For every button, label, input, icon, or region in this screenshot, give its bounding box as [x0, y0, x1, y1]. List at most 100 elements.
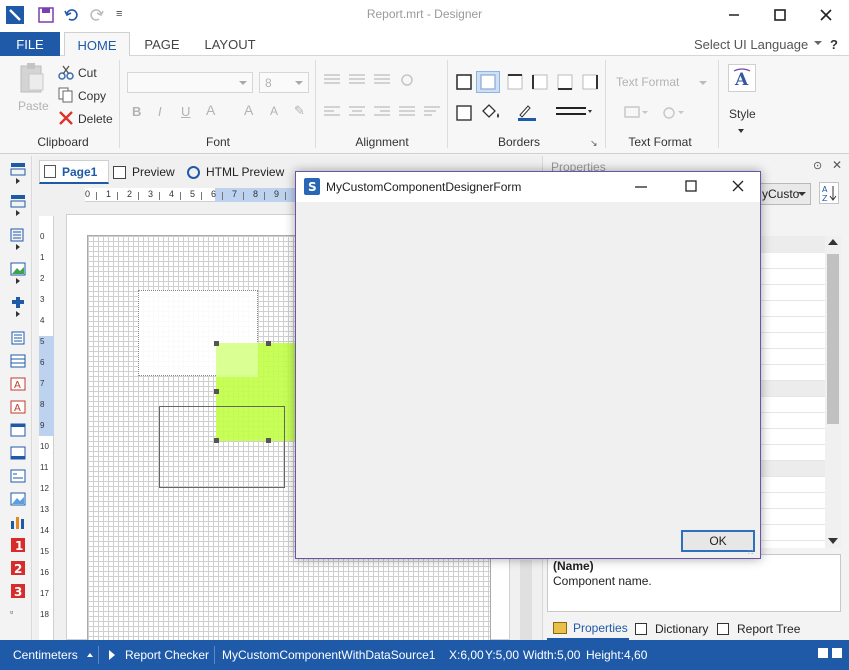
play-icon[interactable] — [109, 650, 115, 660]
copy-icon[interactable] — [58, 87, 74, 103]
resize-handle[interactable] — [214, 341, 219, 346]
dialog-close-icon[interactable] — [732, 180, 744, 192]
border-all-icon[interactable] — [456, 74, 472, 90]
check-box-tool-icon[interactable] — [10, 469, 26, 483]
border-right-icon[interactable] — [582, 74, 598, 90]
font-shrink-icon[interactable]: A — [270, 104, 278, 118]
report-title-icon[interactable] — [10, 331, 26, 345]
align-bottom-icon[interactable] — [374, 74, 390, 86]
panel-tool-icon[interactable] — [10, 423, 26, 437]
sort-icon[interactable]: AZ — [819, 182, 839, 204]
bold-icon[interactable]: B — [132, 104, 141, 119]
minimize-icon[interactable] — [711, 0, 757, 30]
border-none-icon[interactable] — [476, 71, 500, 93]
chevron-down-icon[interactable] — [699, 81, 707, 85]
resize-handle[interactable] — [266, 341, 271, 346]
properties-scrollbar[interactable] — [825, 236, 841, 548]
number-three-icon[interactable]: 3 — [10, 584, 26, 598]
chevron-right-icon[interactable] — [16, 210, 20, 216]
fill-color-icon[interactable] — [480, 103, 502, 121]
band-tool-icon[interactable] — [10, 162, 26, 176]
resize-handle[interactable] — [214, 438, 219, 443]
ok-button[interactable]: OK — [681, 530, 755, 552]
file-tab[interactable]: FILE — [0, 32, 60, 56]
image-tool-icon[interactable] — [10, 262, 26, 276]
ui-language-selector[interactable]: Select UI Language — [694, 37, 808, 52]
maximize-icon[interactable] — [757, 0, 803, 30]
chevron-down-icon[interactable] — [814, 41, 822, 45]
paste-icon[interactable] — [18, 62, 46, 94]
tab-properties[interactable]: Properties — [547, 618, 629, 640]
help-button[interactable]: ? — [830, 37, 838, 52]
data-band-icon[interactable] — [10, 354, 26, 368]
paste-button[interactable]: Paste — [18, 99, 49, 113]
zoom-out-icon[interactable] — [818, 648, 828, 658]
font-name-combo[interactable] — [127, 72, 253, 93]
align-middle-icon[interactable] — [349, 74, 365, 86]
cut-button[interactable]: Cut — [78, 66, 97, 80]
tab-preview[interactable]: Preview — [113, 160, 175, 184]
resize-handle[interactable] — [214, 389, 219, 394]
number-one-icon[interactable]: 1 — [10, 538, 26, 552]
resize-handle[interactable] — [266, 438, 271, 443]
container-tool-icon[interactable] — [10, 446, 26, 460]
text-tool-icon[interactable]: A — [10, 377, 26, 391]
close-icon[interactable] — [803, 0, 849, 30]
chevron-right-icon[interactable] — [16, 244, 20, 250]
font-grow-icon[interactable]: A — [244, 102, 253, 118]
components-tool-icon[interactable] — [10, 228, 26, 242]
delete-icon[interactable] — [58, 110, 74, 126]
tab-page1[interactable]: Page1 — [39, 160, 109, 184]
tab-layout[interactable]: LAYOUT — [196, 32, 264, 57]
border-color-icon[interactable] — [516, 103, 542, 121]
more-tools-icon[interactable]: ▫ — [10, 607, 26, 621]
align-left-icon[interactable] — [324, 106, 340, 118]
word-wrap-icon[interactable] — [424, 106, 440, 118]
panel-close-icon[interactable]: ✕ — [832, 158, 842, 172]
delete-button[interactable]: Delete — [78, 112, 113, 126]
cross-band-tool-icon[interactable] — [10, 194, 26, 208]
align-right-icon[interactable] — [374, 106, 390, 118]
format-options-icon[interactable] — [662, 105, 688, 121]
picture-tool-icon[interactable] — [10, 492, 26, 506]
rotate-icon[interactable] — [399, 72, 415, 88]
border-style-icon[interactable] — [556, 105, 592, 119]
component-outline[interactable] — [159, 406, 285, 488]
border-left-icon[interactable] — [532, 74, 548, 90]
chevron-right-icon[interactable] — [16, 278, 20, 284]
italic-icon[interactable]: I — [158, 104, 162, 119]
font-color-icon[interactable]: A — [206, 102, 215, 118]
zoom-in-icon[interactable] — [832, 648, 842, 658]
dialog-minimize-icon[interactable] — [634, 181, 648, 193]
chevron-up-icon[interactable] — [87, 653, 93, 657]
border-outline-icon[interactable] — [456, 105, 472, 121]
custom-component-tool-icon[interactable] — [10, 295, 26, 309]
align-top-icon[interactable] — [324, 74, 340, 86]
font-size-combo[interactable]: 8 — [259, 72, 309, 93]
design-vertical-scrollbar[interactable] — [520, 560, 532, 640]
chart-tool-icon[interactable] — [10, 515, 26, 529]
chevron-right-icon[interactable] — [16, 178, 20, 184]
align-center-icon[interactable] — [349, 106, 365, 118]
pin-icon[interactable]: ⊙ — [813, 159, 822, 172]
cut-icon[interactable] — [58, 64, 74, 80]
border-bottom-icon[interactable] — [557, 74, 573, 90]
tab-home[interactable]: HOME — [64, 32, 130, 57]
tab-report-tree[interactable]: Report Tree — [717, 618, 800, 640]
rich-text-tool-icon[interactable]: A — [10, 400, 26, 414]
chevron-down-icon[interactable] — [738, 129, 744, 133]
dialog-maximize-icon[interactable] — [685, 180, 697, 192]
report-checker-button[interactable]: Report Checker — [125, 648, 209, 662]
tab-dictionary[interactable]: Dictionary — [635, 618, 708, 640]
copy-button[interactable]: Copy — [78, 89, 106, 103]
underline-icon[interactable]: U — [181, 104, 190, 119]
text-format-combo[interactable]: Text Format — [616, 75, 679, 89]
format-icon[interactable] — [624, 105, 650, 121]
clear-format-icon[interactable]: ✎ — [294, 103, 305, 119]
tab-html-preview[interactable]: HTML Preview — [187, 160, 284, 184]
units-selector[interactable]: Centimeters — [13, 648, 78, 662]
dialog-launcher-icon[interactable]: ↘ — [590, 138, 598, 149]
justify-icon[interactable] — [399, 106, 415, 118]
tab-page[interactable]: PAGE — [134, 32, 190, 57]
border-top-icon[interactable] — [507, 74, 523, 90]
